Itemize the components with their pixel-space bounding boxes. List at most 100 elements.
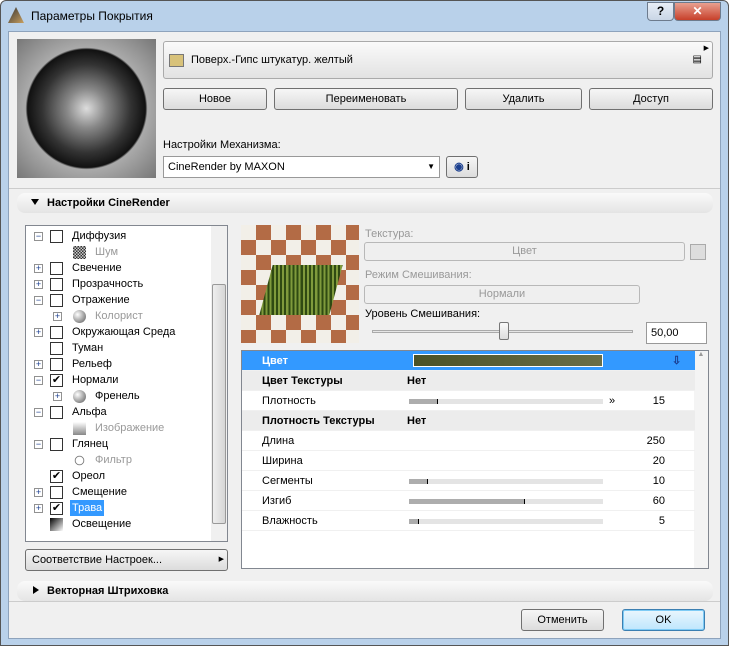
minus-expander-icon[interactable]: − — [34, 440, 43, 449]
unchecked-checkbox[interactable] — [50, 294, 63, 307]
scroll-thumb[interactable] — [212, 284, 226, 524]
tree-item[interactable]: − ✔ Нормали — [26, 372, 211, 388]
plus-expander-icon[interactable]: + — [34, 264, 43, 273]
tree-item[interactable]: − Отражение — [26, 292, 211, 308]
blend-level-input[interactable]: 50,00 — [646, 322, 707, 344]
tree-item-label: Фильтр — [95, 454, 132, 466]
folder-icon[interactable] — [690, 244, 706, 260]
chevron-down-icon: ▼ — [427, 162, 435, 171]
texture-preview — [241, 225, 359, 343]
plus-expander-icon[interactable]: + — [53, 312, 62, 321]
tree-item[interactable]: + Окружающая Среда — [26, 324, 211, 340]
unchecked-checkbox[interactable] — [50, 326, 63, 339]
tree-item[interactable]: + Свечение — [26, 260, 211, 276]
tree-item[interactable]: Фильтр — [26, 452, 211, 468]
new-button[interactable]: Новое — [163, 88, 267, 110]
unchecked-checkbox[interactable] — [50, 262, 63, 275]
property-row[interactable]: Изгиб 60 — [242, 491, 695, 511]
tree-item[interactable]: Изображение — [26, 420, 211, 436]
engine-select[interactable]: CineRender by MAXON ▼ — [163, 156, 440, 178]
minus-expander-icon[interactable]: − — [34, 296, 43, 305]
divider — [9, 188, 720, 189]
plus-expander-icon[interactable]: + — [34, 280, 43, 289]
access-button[interactable]: Доступ — [589, 88, 713, 110]
blend-mode-label: Режим Смешивания: — [365, 269, 472, 281]
unchecked-checkbox[interactable] — [50, 406, 63, 419]
import-icon[interactable]: ⇩ — [672, 351, 681, 371]
minus-expander-icon[interactable]: − — [34, 408, 43, 417]
tree-item[interactable]: − Глянец — [26, 436, 211, 452]
color-swatch[interactable] — [413, 354, 603, 367]
tree-item[interactable]: + Колорист — [26, 308, 211, 324]
unchecked-checkbox[interactable] — [50, 438, 63, 451]
tree-item-label: Изображение — [95, 422, 165, 434]
delete-button[interactable]: Удалить — [465, 88, 582, 110]
tree-scrollbar[interactable] — [211, 226, 227, 541]
texture-label: Текстура: — [365, 228, 414, 240]
material-name-field[interactable]: Поверх.-Гипс штукатур. желтый ▤ ▶ — [163, 41, 713, 79]
grid-scrollbar[interactable]: ▲ — [694, 351, 708, 568]
cancel-button[interactable]: Отменить — [521, 609, 604, 631]
property-label: Цвет Текстуры — [262, 375, 343, 387]
property-row[interactable]: Влажность 5 — [242, 511, 695, 531]
unchecked-checkbox[interactable] — [50, 278, 63, 291]
property-row[interactable]: Плотность » 15 — [242, 391, 695, 411]
unchecked-checkbox[interactable] — [50, 230, 63, 243]
tree-item[interactable]: + Рельеф — [26, 356, 211, 372]
tree-item[interactable]: + Смещение — [26, 484, 211, 500]
tree-item[interactable]: Освещение — [26, 516, 211, 532]
close-button[interactable]: ✕ — [674, 2, 721, 21]
checked-checkbox[interactable]: ✔ — [50, 502, 63, 515]
tree-item[interactable]: + Френель — [26, 388, 211, 404]
tree-item-label: Окружающая Среда — [72, 326, 176, 338]
property-slider[interactable] — [409, 499, 603, 504]
tree-item[interactable]: − Диффузия — [26, 228, 211, 244]
tree-item[interactable]: + Прозрачность — [26, 276, 211, 292]
minus-expander-icon[interactable]: − — [34, 376, 43, 385]
match-settings-label: Соответствие Настроек... — [32, 554, 162, 566]
property-label: Ширина — [262, 455, 303, 467]
property-slider[interactable] — [409, 399, 603, 404]
section-vector-hatching[interactable]: Векторная Штриховка — [17, 581, 713, 601]
property-value: 250 — [646, 435, 665, 447]
texture-field[interactable]: Цвет — [364, 242, 685, 261]
plus-expander-icon[interactable]: + — [53, 392, 62, 401]
checked-checkbox[interactable]: ✔ — [50, 470, 63, 483]
slider-thumb[interactable] — [498, 322, 509, 340]
unchecked-checkbox[interactable] — [50, 342, 63, 355]
minus-expander-icon[interactable]: − — [34, 232, 43, 241]
tree-item[interactable]: ✔ Ореол — [26, 468, 211, 484]
blend-mode-field[interactable]: Нормали — [364, 285, 640, 304]
plus-expander-icon[interactable]: + — [34, 328, 43, 337]
engine-info-button[interactable]: ◉ i — [446, 156, 478, 178]
channel-tree[interactable]: − Диффузия Шум + Свечение + Прозрачность − Отраж… — [25, 225, 228, 542]
tree-item[interactable]: Шум — [26, 244, 211, 260]
unchecked-checkbox[interactable] — [50, 486, 63, 499]
match-settings-button[interactable]: Соответствие Настроек... ▶ — [25, 549, 228, 571]
property-row[interactable]: Цвет ⇩ — [242, 351, 695, 371]
rename-button[interactable]: Переименовать — [274, 88, 458, 110]
sphere-icon — [73, 390, 86, 403]
plus-expander-icon[interactable]: + — [34, 360, 43, 369]
tree-item[interactable]: + ✔ Трава — [26, 500, 211, 516]
tree-item[interactable]: Туман — [26, 340, 211, 356]
property-row[interactable]: Цвет Текстуры Нет — [242, 371, 695, 391]
plus-expander-icon[interactable]: + — [34, 488, 43, 497]
property-slider[interactable] — [409, 479, 603, 484]
plus-expander-icon[interactable]: + — [34, 504, 43, 513]
tree-item-label: Свечение — [72, 262, 122, 274]
blend-level-slider[interactable] — [372, 322, 633, 340]
property-row[interactable]: Длина 250 — [242, 431, 695, 451]
section-cinerender[interactable]: Настройки CineRender — [17, 193, 713, 213]
checked-checkbox[interactable]: ✔ — [50, 374, 63, 387]
ok-button[interactable]: OK — [622, 609, 705, 631]
tree-item[interactable]: − Альфа — [26, 404, 211, 420]
property-row[interactable]: Плотность Текстуры Нет — [242, 411, 695, 431]
unchecked-checkbox[interactable] — [50, 358, 63, 371]
help-button[interactable]: ? — [647, 2, 674, 21]
property-row[interactable]: Ширина 20 — [242, 451, 695, 471]
property-slider[interactable] — [409, 519, 603, 524]
property-row[interactable]: Сегменты 10 — [242, 471, 695, 491]
tree-item-label: Френель — [95, 390, 140, 402]
property-value: 60 — [652, 495, 665, 507]
